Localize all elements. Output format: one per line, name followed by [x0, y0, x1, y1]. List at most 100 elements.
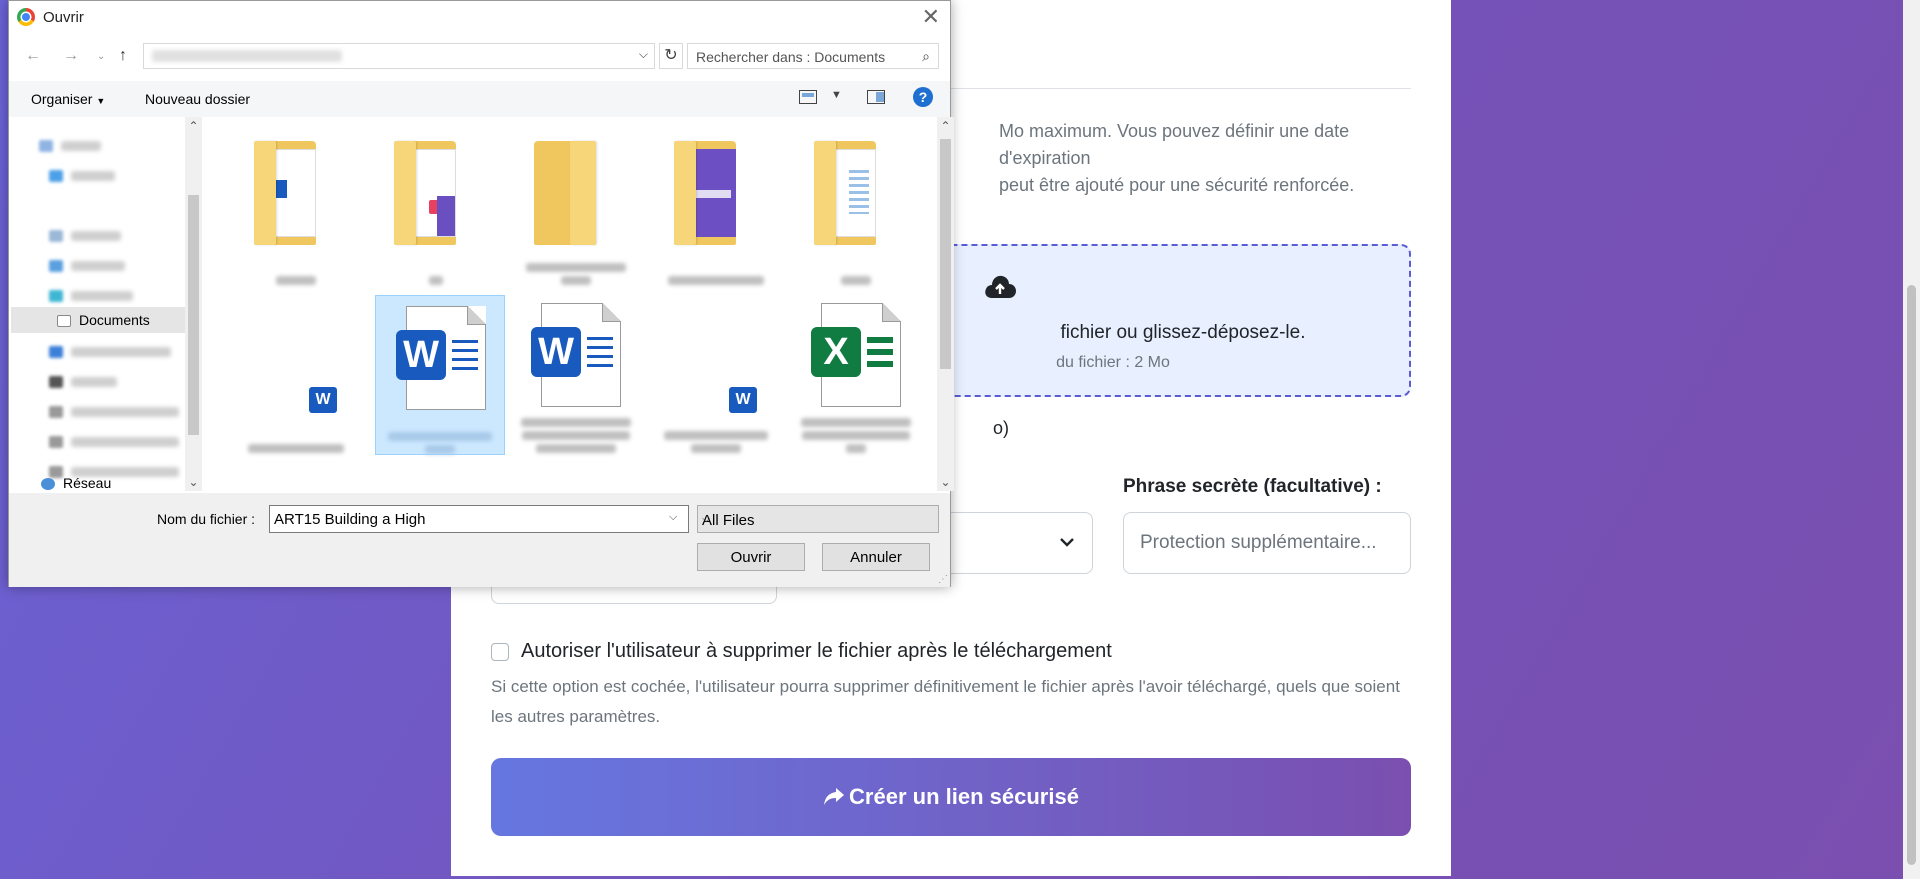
nav-item-documents[interactable]: Documents: [57, 312, 150, 328]
file-list: W W W W X: [205, 117, 937, 491]
nav-item-downloads[interactable]: [49, 343, 171, 359]
scroll-down-arrow-icon[interactable]: ⌄: [937, 475, 954, 489]
help-icon[interactable]: ?: [913, 87, 933, 107]
nav-network-label: Réseau: [63, 475, 112, 491]
nav-item-blurred-label: [71, 347, 171, 358]
navigation-bar: ← → ⌄ ↑ ⌵ ↻ Rechercher dans : Documents …: [9, 41, 950, 73]
passphrase-input[interactable]: [1123, 512, 1411, 574]
pictures-icon: [49, 230, 63, 243]
folder-search-input[interactable]: Rechercher dans : Documents ⌕: [687, 43, 939, 69]
blurred-file-name: [661, 427, 771, 453]
folder-item[interactable]: [231, 125, 361, 285]
cancel-button[interactable]: Annuler: [822, 543, 930, 571]
word-document-icon: W: [396, 306, 486, 410]
dialog-title: Ouvrir: [43, 9, 84, 26]
nav-item-drive-2[interactable]: [49, 433, 179, 449]
nav-item-blurred-label: [71, 261, 125, 272]
forward-arrow-icon[interactable]: →: [63, 47, 79, 65]
folder-item[interactable]: [791, 125, 921, 285]
blurred-file-name: [381, 272, 491, 285]
word-icon: W: [309, 387, 337, 413]
nav-item-network[interactable]: Réseau: [41, 475, 111, 491]
open-button[interactable]: Ouvrir: [697, 543, 805, 571]
chrome-icon: [17, 8, 35, 26]
cloud-upload-icon: [985, 275, 1016, 298]
nav-item-drive-1[interactable]: [49, 403, 179, 419]
folder-item[interactable]: [371, 125, 501, 285]
search-placeholder: Rechercher dans : Documents: [696, 49, 886, 65]
refresh-icon[interactable]: ↻: [659, 43, 683, 69]
view-options-icon[interactable]: [799, 90, 817, 104]
blurred-file-name: [661, 272, 771, 285]
folder-icon: [814, 141, 898, 245]
folder-item[interactable]: [651, 125, 781, 285]
share-arrow-icon: [824, 788, 845, 805]
chevron-down-icon: [1060, 538, 1074, 547]
passphrase-label: Phrase secrète (facultative) :: [1123, 476, 1382, 497]
page-scrollbar-thumb[interactable]: [1907, 285, 1916, 865]
page-scrollbar[interactable]: [1903, 0, 1920, 879]
nav-item-desktop[interactable]: [49, 167, 115, 183]
preview-pane-icon[interactable]: [867, 90, 885, 104]
scroll-down-arrow-icon[interactable]: ⌄: [185, 475, 202, 489]
file-list-scrollbar-thumb[interactable]: [940, 139, 951, 369]
nav-item-blurred-label: [71, 407, 179, 418]
word-file-item[interactable]: W: [231, 293, 361, 453]
dialog-titlebar[interactable]: Ouvrir ✕: [9, 1, 950, 33]
computer-icon: [39, 140, 53, 153]
file-type-dropdown-icon: ⌵: [702, 513, 711, 525]
blurred-file-name: [241, 440, 351, 453]
folder-item[interactable]: [511, 125, 641, 285]
caret-down-icon: ▼: [96, 96, 106, 106]
delete-after-download-checkbox[interactable]: [491, 642, 509, 661]
file-open-dialog: Ouvrir ✕ ← → ⌄ ↑ ⌵ ↻ Rechercher dans : D…: [8, 0, 954, 587]
nav-item-videos[interactable]: [49, 373, 117, 389]
scroll-up-arrow-icon[interactable]: ⌃: [185, 119, 202, 133]
videos-icon: [49, 376, 63, 389]
documents-icon: [57, 315, 71, 328]
up-arrow-icon[interactable]: ↑: [119, 47, 127, 65]
objects-3d-icon: [49, 290, 63, 303]
resize-grip-icon[interactable]: ⋰: [938, 574, 948, 585]
drive-icon: [49, 436, 63, 449]
delete-after-download-option[interactable]: Autoriser l'utilisateur à supprimer le f…: [491, 640, 1112, 663]
folder-icon: [674, 141, 758, 245]
view-dropdown-icon[interactable]: ▼: [831, 89, 842, 101]
create-button-label: Créer un lien sécurisé: [849, 784, 1079, 809]
back-arrow-icon[interactable]: ←: [25, 47, 41, 65]
scroll-up-arrow-icon[interactable]: ⌃: [937, 119, 954, 133]
nav-pane-scrollbar[interactable]: ⌃ ⌄: [185, 117, 202, 491]
blurred-file-name: [241, 272, 351, 285]
file-type-select[interactable]: All Files ⌵: [697, 505, 939, 533]
excel-file-item[interactable]: X: [791, 293, 921, 453]
file-list-scrollbar[interactable]: ⌃ ⌄: [937, 117, 954, 491]
file-name-input[interactable]: [269, 505, 689, 533]
file-name-label: Nom du fichier :: [157, 511, 256, 527]
navigation-pane: Documents ⌃ ⌄: [9, 117, 203, 491]
address-dropdown-icon[interactable]: ⌵: [639, 47, 648, 62]
address-bar[interactable]: ⌵: [143, 43, 655, 69]
new-folder-button[interactable]: Nouveau dossier: [145, 91, 250, 107]
word-file-item[interactable]: W: [651, 293, 781, 453]
close-icon[interactable]: ✕: [922, 4, 940, 30]
nav-pane-scrollbar-thumb[interactable]: [188, 195, 199, 435]
nav-item-images[interactable]: [49, 227, 121, 243]
checkbox-help-text: Si cette option est cochée, l'utilisateu…: [491, 677, 1400, 726]
word-file-item[interactable]: W: [511, 293, 641, 453]
nav-item-3d-objects[interactable]: [49, 287, 133, 303]
word-file-item-selected[interactable]: W: [375, 295, 505, 455]
blurred-file-name: [386, 428, 494, 454]
nav-item-this-pc[interactable]: [39, 137, 101, 153]
downloads-icon: [49, 346, 63, 359]
nav-item-blurred-label: [71, 171, 115, 182]
nav-item-blurred-label: [61, 141, 101, 152]
organize-label: Organiser: [31, 91, 93, 107]
nav-item-music[interactable]: [49, 257, 125, 273]
desktop-icon: [49, 170, 63, 183]
organize-menu[interactable]: Organiser ▼: [31, 91, 105, 107]
file-name-dropdown-icon[interactable]: ⌵: [669, 511, 677, 524]
blurred-file-name: [521, 259, 631, 285]
create-secure-link-button[interactable]: Créer un lien sécurisé: [491, 758, 1411, 836]
folder-icon: [254, 141, 338, 245]
recent-locations-chevron-icon[interactable]: ⌄: [97, 51, 105, 62]
